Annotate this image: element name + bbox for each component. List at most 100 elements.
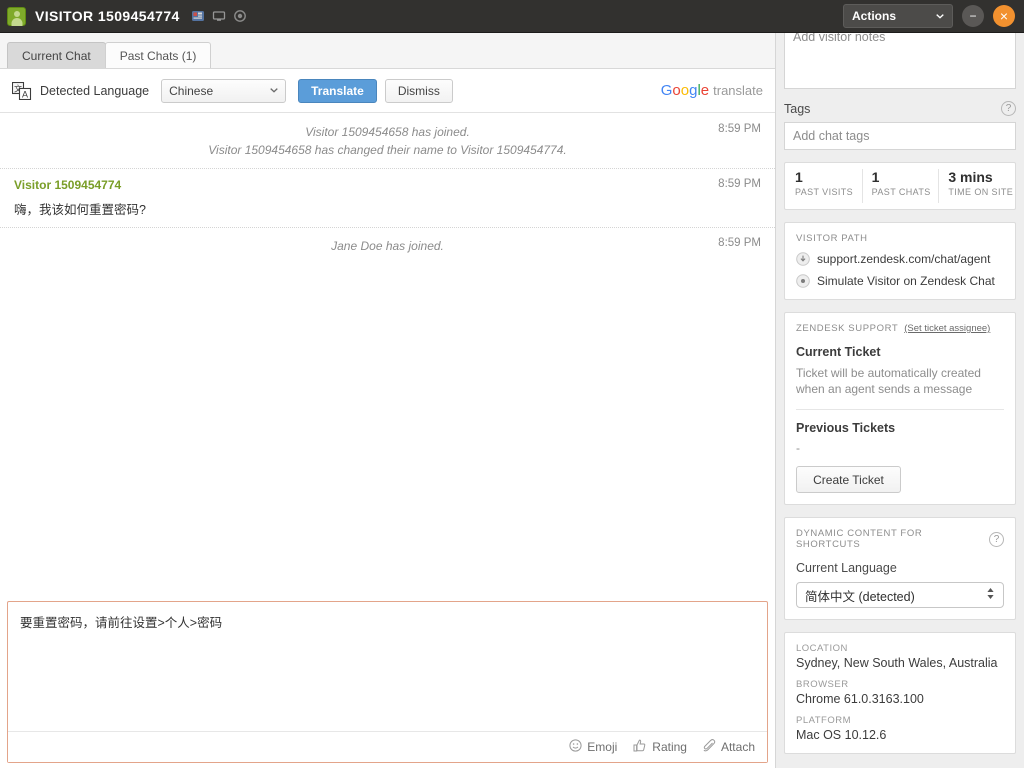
dot-circle-icon (796, 274, 810, 288)
message-input[interactable] (8, 602, 767, 731)
transcript-message-row: Visitor 1509454774 8:59 PM 嗨，我该如何重置密码? (0, 169, 775, 228)
question-mark-icon[interactable]: ? (1001, 101, 1016, 116)
zendesk-support-header: ZENDESK SUPPORT (Set ticket assignee) (796, 323, 1004, 334)
visitor-path-inner: VISITOR PATH support.zendesk.com/chat/ag… (785, 223, 1015, 299)
divider (796, 409, 1004, 410)
logo-letter: e (700, 82, 710, 99)
header-icon-group (191, 9, 247, 23)
message-body: 嗨，我该如何重置密码? (14, 203, 146, 217)
tags-title: Tags (784, 101, 811, 116)
emoji-label: Emoji (587, 740, 618, 754)
dynamic-content-card: DYNAMIC CONTENT FOR SHORTCUTS ? Current … (784, 517, 1016, 620)
stat-past-visits: 1 PAST VISITS (785, 163, 862, 209)
visitor-meta-card: LOCATION Sydney, New South Wales, Austra… (784, 632, 1016, 754)
title-bar-right: Actions − × (843, 4, 1024, 28)
visitor-path-card: VISITOR PATH support.zendesk.com/chat/ag… (784, 222, 1016, 300)
window-title-bar: VISITOR 1509454774 Actions − × (0, 0, 1024, 33)
attach-label: Attach (720, 740, 755, 754)
rating-label: Rating (652, 740, 687, 754)
thumbs-up-icon (633, 739, 647, 755)
zendesk-support-card: ZENDESK SUPPORT (Set ticket assignee) Cu… (784, 312, 1016, 505)
dynamic-content-header: DYNAMIC CONTENT FOR SHORTCUTS ? (796, 528, 1004, 550)
zendesk-support-inner: ZENDESK SUPPORT (Set ticket assignee) Cu… (785, 313, 1015, 504)
stat-value: 3 mins (948, 169, 993, 185)
monitor-chart-icon[interactable] (191, 9, 205, 23)
stat-label: PAST VISITS (795, 187, 854, 197)
create-ticket-button[interactable]: Create Ticket (796, 466, 901, 493)
stat-value: 1 (871, 169, 880, 185)
message-composer: Emoji Rating Attach (7, 601, 768, 763)
download-circle-icon (796, 252, 810, 266)
visitor-stats-card: 1 PAST VISITS 1 PAST CHATS 3 mins TIME O… (784, 162, 1016, 210)
tags-section: Tags ? Add chat tags (784, 101, 1016, 150)
stat-past-chats: 1 PAST CHATS (861, 163, 939, 209)
visitor-meta-inner: LOCATION Sydney, New South Wales, Austra… (785, 633, 1015, 753)
system-message: Jane Doe has joined. (331, 239, 444, 253)
dynamic-content-inner: DYNAMIC CONTENT FOR SHORTCUTS ? Current … (785, 518, 1015, 619)
transcript-system-row: Visitor 1509454658 has changed their nam… (0, 141, 775, 169)
previous-tickets-title: Previous Tickets (796, 421, 896, 435)
emoji-button[interactable]: Emoji (569, 739, 617, 755)
chat-tags-input[interactable]: Add chat tags (784, 122, 1016, 150)
minimize-button[interactable]: − (962, 5, 984, 27)
location-value: Sydney, New South Wales, Australia (796, 656, 998, 670)
desktop-icon[interactable] (212, 9, 226, 23)
location-caption: LOCATION (796, 643, 848, 654)
stats-row: 1 PAST VISITS 1 PAST CHATS 3 mins TIME O… (785, 163, 1015, 209)
language-select[interactable]: Chinese (161, 78, 287, 103)
actions-label: Actions (852, 9, 897, 23)
question-mark-icon[interactable]: ? (989, 531, 1004, 547)
language-select-value: Chinese (169, 83, 214, 98)
tab-current-chat[interactable]: Current Chat (7, 42, 106, 68)
transcript-system-row: Visitor 1509454658 has joined. 8:59 PM (0, 114, 775, 141)
platform-caption: PLATFORM (796, 715, 852, 726)
tab-past-chats[interactable]: Past Chats (1) (104, 42, 212, 68)
clock-icon[interactable] (233, 9, 247, 23)
current-language-label: Current Language (796, 561, 897, 575)
current-ticket-body: Ticket will be automatically created whe… (796, 366, 981, 396)
message-timestamp: 8:59 PM (718, 178, 761, 190)
actions-dropdown[interactable]: Actions (843, 4, 953, 28)
smiley-icon (569, 739, 582, 755)
close-button[interactable]: × (993, 5, 1015, 27)
browser-value: Chrome 61.0.3163.100 (796, 692, 924, 706)
visitor-avatar-icon (7, 6, 26, 26)
translate-notification-bar: 文 A Detected Language Chinese Translate … (0, 69, 775, 113)
translate-language-icon: 文 A (11, 81, 32, 100)
attach-button[interactable]: Attach (703, 738, 755, 756)
visitor-notes-input[interactable]: Add visitor notes (784, 33, 1016, 89)
previous-tickets-value: - (796, 441, 800, 455)
page-title: VISITOR 1509454774 (35, 8, 180, 24)
logo-letter: o (672, 82, 681, 99)
chevron-down-icon (936, 13, 944, 19)
stat-label: PAST CHATS (871, 187, 931, 197)
current-ticket-title: Current Ticket (796, 345, 881, 359)
svg-text:A: A (22, 89, 28, 99)
dynamic-content-caption: DYNAMIC CONTENT FOR SHORTCUTS (796, 528, 923, 550)
stat-value: 1 (795, 169, 803, 185)
chevron-down-icon (270, 88, 278, 93)
visitor-info-sidebar: Add visitor notes Tags ? Add chat tags 1… (775, 33, 1024, 768)
chat-panel: Current Chat Past Chats (1) 文 A Detected… (0, 33, 775, 768)
visitor-path-item[interactable]: support.zendesk.com/chat/agent (796, 252, 1004, 266)
message-author: Visitor 1509454774 (14, 178, 122, 192)
logo-letter: o (680, 82, 690, 99)
rating-button[interactable]: Rating (633, 739, 687, 755)
zendesk-support-caption: ZENDESK SUPPORT (796, 323, 899, 334)
set-ticket-assignee-link[interactable]: (Set ticket assignee) (904, 323, 990, 334)
logo-letter: g (689, 82, 698, 99)
paperclip-icon (703, 738, 716, 756)
translate-button[interactable]: Translate (298, 78, 377, 103)
transcript-system-row: Jane Doe has joined. 8:59 PM (0, 228, 775, 264)
visitor-path-label: Simulate Visitor on Zendesk Chat (817, 274, 995, 288)
detected-language-label: Detected Language (40, 83, 150, 98)
system-message: Visitor 1509454658 has changed their nam… (208, 143, 567, 157)
logo-suffix: translate (713, 83, 763, 98)
current-language-select[interactable]: 简体中文 (detected) (796, 582, 1004, 608)
title-bar-left: VISITOR 1509454774 (0, 6, 843, 26)
visitor-path-caption: VISITOR PATH (796, 233, 868, 244)
system-message: Visitor 1509454658 has joined. (305, 125, 470, 139)
current-language-value: 简体中文 (detected) (805, 589, 915, 604)
dismiss-button[interactable]: Dismiss (384, 78, 453, 103)
visitor-path-item[interactable]: Simulate Visitor on Zendesk Chat (796, 274, 1004, 288)
